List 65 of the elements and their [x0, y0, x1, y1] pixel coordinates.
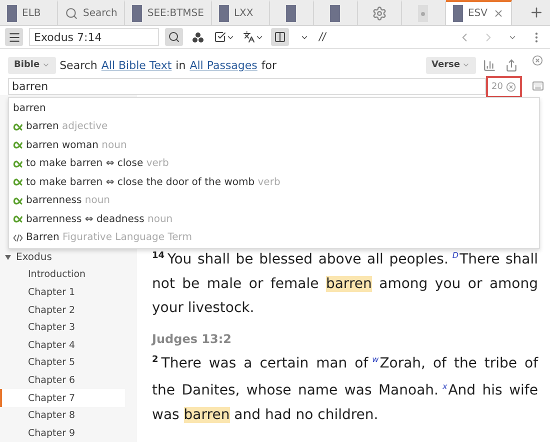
search-label: Search	[60, 58, 98, 72]
tab[interactable]: LXX	[212, 0, 270, 26]
caret-icon	[5, 255, 11, 260]
suggestion-item[interactable]: to make barren ⇔ close the door of the womb verb	[9, 173, 539, 192]
tree-item[interactable]: Chapter 3	[0, 318, 125, 336]
suggestion-item[interactable]: barren adjective	[9, 118, 539, 136]
target-link[interactable]: All Bible Text	[101, 58, 172, 72]
scope-dropdown[interactable]: Bible	[8, 56, 56, 74]
code-icon	[13, 234, 23, 242]
tree-item[interactable]: Introduction	[0, 266, 125, 284]
share-icon	[504, 58, 518, 72]
close-button[interactable]	[492, 8, 504, 20]
close-icon	[492, 8, 504, 20]
tree-item[interactable]: Chapter 2	[0, 301, 125, 319]
search-field[interactable]: barren	[8, 78, 486, 96]
tree-item[interactable]: Chapter 8	[0, 406, 125, 424]
for-label: for	[261, 58, 277, 72]
suggestion-item[interactable]: Barren Figurative Language Term	[9, 228, 539, 247]
columns-icon	[274, 31, 286, 44]
tree-item[interactable]: Chapter 7	[0, 389, 125, 407]
result-count: 20	[486, 76, 522, 98]
tab[interactable]: SEE:BTMSE	[125, 0, 212, 26]
search-icon	[65, 7, 78, 20]
tree-item[interactable]: Chapter 4	[0, 336, 125, 354]
suggestion-item[interactable]: barren	[9, 99, 539, 118]
dots-icon	[192, 32, 204, 43]
settings-icon	[372, 6, 387, 22]
reference-field[interactable]: Exodus 7:14	[29, 28, 159, 46]
document-icon	[418, 5, 428, 22]
verse-text: $^{2}$ There was a certain man of $^{w}$Zorah, of the tribe of the Danites, whose name was Manoah. $^{x}$And his wife was barren and had no children.	[152, 354, 538, 426]
book-icon	[132, 5, 142, 22]
tab[interactable]: Search	[58, 0, 126, 26]
book-icon	[218, 5, 229, 22]
suggestion-item[interactable]: barrenness noun	[9, 192, 539, 210]
parallel-button[interactable]: //	[319, 30, 326, 44]
range-link[interactable]: All Passages	[190, 58, 258, 72]
tree-item[interactable]: Exodus	[0, 249, 52, 266]
tab[interactable]: ELB	[0, 0, 58, 26]
search-button[interactable]	[165, 28, 183, 46]
book-icon	[286, 5, 296, 22]
book-icon	[452, 5, 463, 22]
tab[interactable]: ESV	[446, 0, 512, 26]
book-icon	[330, 5, 340, 22]
book-icon	[7, 5, 17, 22]
menu-icon	[8, 30, 20, 44]
checkbox-icon	[214, 31, 226, 44]
tree-item[interactable]: Chapter 6	[0, 372, 125, 390]
keyboard-icon[interactable]	[532, 80, 544, 92]
close-icon[interactable]	[532, 55, 543, 66]
language-icon	[243, 31, 255, 44]
menu-button[interactable]	[5, 28, 23, 46]
unit-dropdown[interactable]: Verse	[426, 56, 476, 74]
clear-icon[interactable]	[506, 82, 516, 92]
tree-item[interactable]: Chapter 5	[0, 354, 125, 372]
in-label: in	[176, 58, 186, 72]
tree-item[interactable]: Chapter 1	[0, 284, 125, 302]
tree-item[interactable]: Chapter 9	[0, 424, 125, 442]
reference-heading: Judges 13:2	[152, 332, 232, 346]
columns-button[interactable]	[271, 28, 289, 46]
bar-chart-icon	[482, 58, 496, 72]
suggestion-item[interactable]: barrenness ⇔ deadness noun	[9, 210, 539, 228]
plus-icon	[528, 5, 544, 20]
search-icon	[168, 31, 180, 44]
suggestion-item[interactable]: to make barren ⇔ close verb	[9, 154, 539, 173]
suggestion-item[interactable]: barren woman noun	[9, 136, 539, 154]
